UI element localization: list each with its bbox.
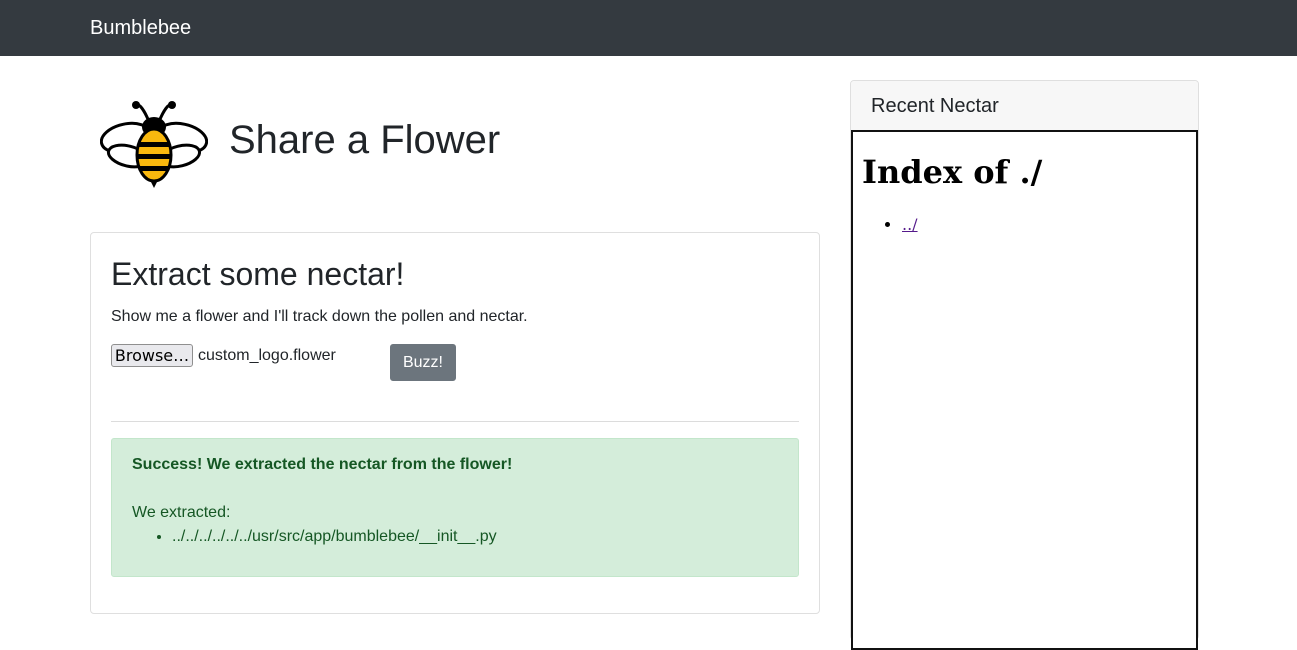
card-divider xyxy=(111,421,799,422)
index-title: Index of ./ xyxy=(862,153,1043,191)
list-item: ../ xyxy=(902,215,918,235)
bee-icon xyxy=(99,98,209,190)
buzz-submit-button[interactable]: Buzz! xyxy=(390,344,456,381)
recent-nectar-panel: Recent Nectar Index of ./ ../ xyxy=(850,80,1199,650)
browse-file-button[interactable]: Browse… xyxy=(111,344,193,367)
directory-list: ../ xyxy=(862,215,918,235)
directory-listing-frame[interactable]: Index of ./ ../ xyxy=(851,130,1198,650)
card-description: Show me a flower and I'll track down the… xyxy=(111,308,528,325)
page-title: Share a Flower xyxy=(229,118,501,162)
alert-title: Success! We extracted the nectar from th… xyxy=(132,456,513,473)
top-navbar: Bumblebee xyxy=(0,0,1297,56)
list-item: ../../../../../../usr/src/app/bumblebee/… xyxy=(172,527,497,547)
success-alert: Success! We extracted the nectar from th… xyxy=(111,438,799,577)
navbar-brand-link[interactable]: Bumblebee xyxy=(90,16,191,40)
parent-directory-link[interactable]: ../ xyxy=(902,215,918,234)
alert-label: We extracted: xyxy=(132,504,231,521)
card-heading: Extract some nectar! xyxy=(111,256,405,292)
sidebar-header: Recent Nectar xyxy=(851,81,1198,131)
sidebar-title: Recent Nectar xyxy=(871,95,999,117)
extracted-files-list: ../../../../../../usr/src/app/bumblebee/… xyxy=(132,527,497,547)
upload-card: Extract some nectar! Show me a flower an… xyxy=(90,232,820,614)
selected-file-name: custom_logo.flower xyxy=(198,347,336,364)
